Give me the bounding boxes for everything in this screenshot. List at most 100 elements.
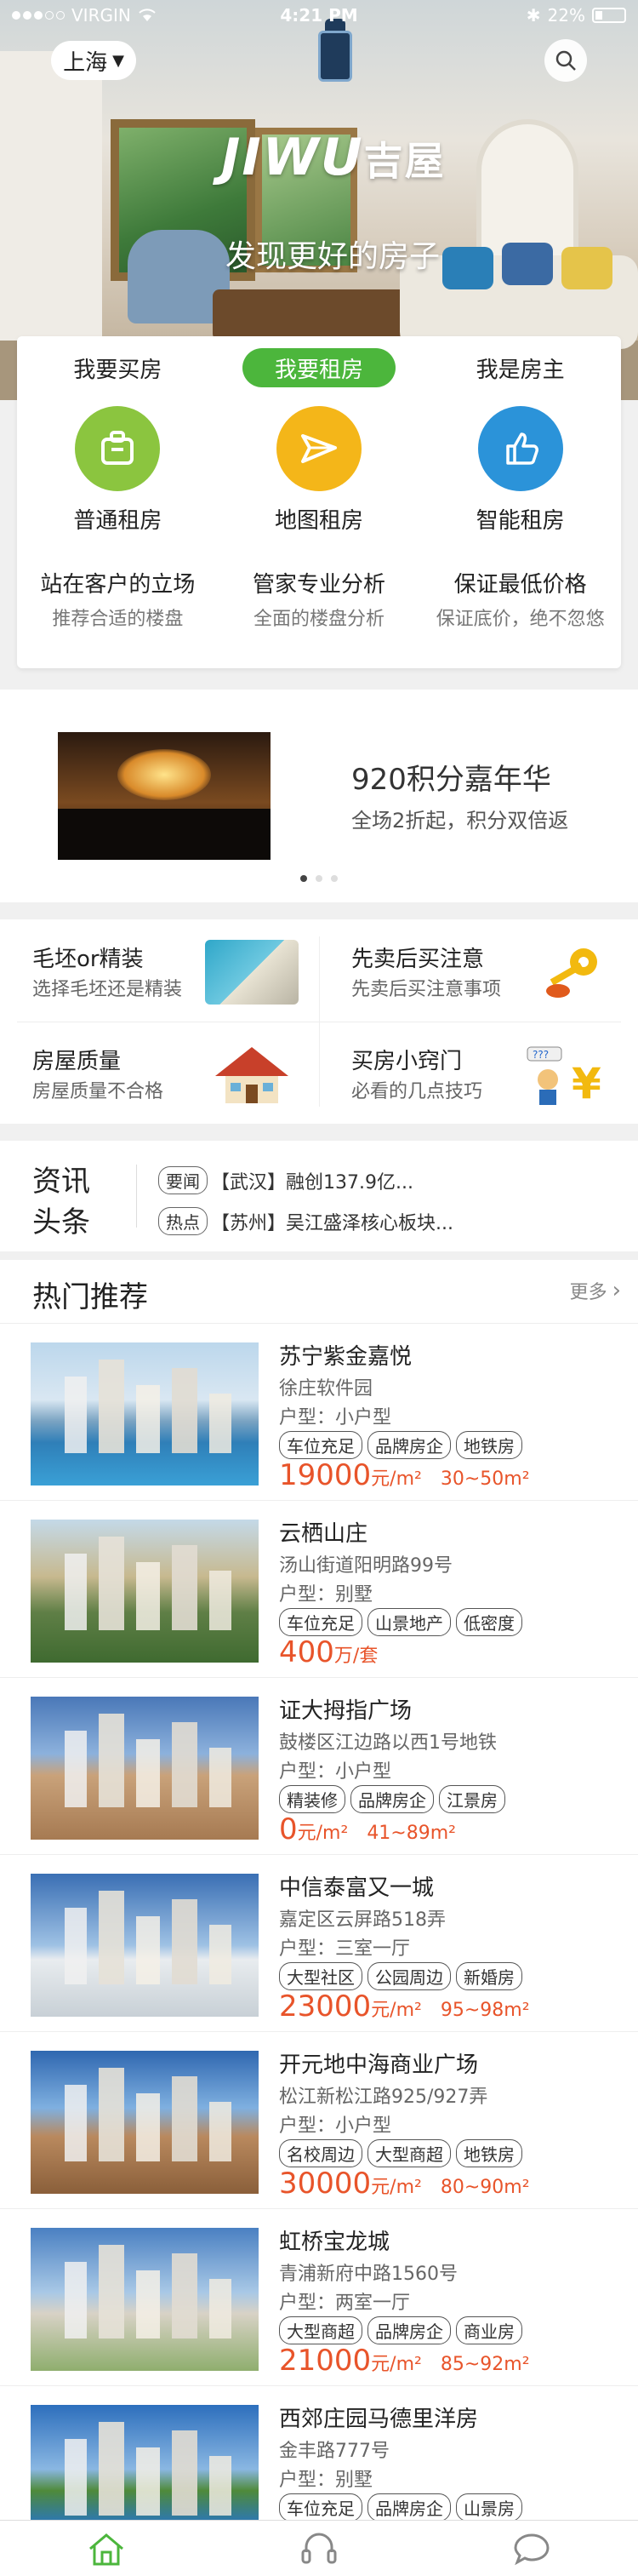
key-icon [524, 940, 618, 1005]
price-value: 400 [279, 1635, 334, 1669]
house-name: 西郊庄园马德里洋房 [279, 2407, 479, 2432]
service-map-rent[interactable]: 地图租房 [234, 406, 404, 535]
house-icon [205, 1042, 299, 1107]
house-type: 户型：三室一厅 [279, 1938, 411, 1960]
house-thumbnail [31, 2228, 259, 2371]
chevron-right-icon: › [612, 1278, 621, 1303]
price-value: 30000 [279, 2167, 372, 2201]
news-tag: 要闻 [158, 1166, 208, 1194]
house-name: 开元地中海商业广场 [279, 2052, 479, 2078]
promo-carousel[interactable]: 920积分嘉年华 全场2折起，积分双倍返 [0, 690, 638, 902]
news-label: 资讯 头条 [32, 1161, 100, 1243]
tab-buy[interactable]: 我要买房 [41, 348, 194, 387]
house-tag: 低密度 [456, 1608, 522, 1636]
chat-bubble-icon [514, 2533, 550, 2565]
news-text: 【武汉】融创137.9亿... [211, 1171, 413, 1194]
search-button[interactable] [544, 39, 587, 82]
house-tag: 地铁房 [456, 1431, 522, 1459]
svg-text:???: ??? [533, 1049, 549, 1061]
service-smart-rent[interactable]: 智能租房 [436, 406, 606, 535]
bottom-nav [0, 2520, 638, 2576]
nav-service[interactable] [293, 2523, 345, 2574]
house-tag: 精装修 [279, 1785, 345, 1813]
news-item[interactable]: 热点 【苏州】吴江盛泽核心板块... [158, 1207, 453, 1235]
guide-grid: 毛坯or精装 选择毛坯还是精装 先卖后买注意 先卖后买注意事项 房屋质量 房屋质… [0, 919, 638, 1124]
house-address: 鼓楼区江边路以西1号地铁 [279, 1732, 497, 1754]
guide-title: 先卖后买注意 [351, 947, 485, 972]
tab-rent[interactable]: 我要租房 [242, 348, 396, 387]
service-normal-rent[interactable]: 普通租房 [32, 406, 202, 535]
guide-item[interactable]: 先卖后买注意 先卖后买注意事项 [319, 919, 638, 1022]
house-tag: 品牌房企 [367, 2316, 451, 2344]
house-address: 徐庄软件园 [279, 1378, 373, 1400]
guide-title: 毛坯or精装 [32, 947, 144, 972]
house-card[interactable]: 虹桥宝龙城 青浦新府中路1560号 户型：两室一厅 大型商超 品牌房企 商业房 21… [0, 2208, 638, 2384]
price-value: 23000 [279, 1989, 372, 2024]
caret-down-icon: ▼ [112, 51, 124, 70]
feature-item: 保证最低价格 保证底价，绝不忽悠 [427, 567, 614, 631]
house-thumbnail [31, 2051, 259, 2194]
pager-dot[interactable] [316, 875, 322, 882]
house-card[interactable]: 开元地中海商业广场 松江新松江路925/927弄 户型：小户型 名校周边 大型商超… [0, 2031, 638, 2207]
house-card[interactable]: 云栖山庄 汤山街道阳明路99号 户型：别墅 车位充足 山景地产 低密度 400万/套 [0, 1500, 638, 1675]
house-card[interactable]: 中信泰富又一城 嘉定区云屏路518弄 户型：三室一厅 大型社区 公园周边 新婚房 2… [0, 1854, 638, 2029]
feature-row: 站在客户的立场 推荐合适的楼盘 管家专业分析 全面的楼盘分析 保证最低价格 保证… [17, 567, 621, 631]
tab-owner[interactable]: 我是房主 [444, 348, 597, 387]
nav-home[interactable] [81, 2523, 132, 2574]
house-tag: 名校周边 [279, 2139, 362, 2167]
news-item[interactable]: 要闻 【武汉】融创137.9亿... [158, 1166, 413, 1194]
house-tag: 品牌房企 [367, 1431, 451, 1459]
guide-sub: 必看的几点技巧 [351, 1081, 483, 1102]
battery-icon [592, 8, 626, 23]
house-type: 户型：别墅 [279, 2470, 373, 2491]
house-name: 证大拇指广场 [279, 1698, 413, 1724]
pager-dot-active[interactable] [300, 875, 307, 882]
house-tag: 山景房 [456, 2493, 522, 2522]
price-value: 21000 [279, 2344, 372, 2378]
hot-recommendations: 热门推荐 更多 › 苏宁紫金嘉悦 徐庄软件园 户型：小户型 车位充足 品牌房企 地铁… [0, 1260, 638, 2576]
guide-item[interactable]: 买房小窍门 必看的几点技巧 ??? ¥ [319, 1022, 638, 1124]
house-tag: 车位充足 [279, 1608, 362, 1636]
house-tag: 品牌房企 [367, 2493, 451, 2522]
house-area: 80~90m² [440, 2177, 530, 2198]
news-label-line: 头条 [32, 1205, 90, 1239]
house-tags: 车位充足 山景地产 低密度 [279, 1608, 522, 1636]
pager-dot[interactable] [331, 875, 338, 882]
house-name: 中信泰富又一城 [279, 1875, 435, 1901]
more-label: 更多 [569, 1282, 607, 1303]
house-name: 苏宁紫金嘉悦 [279, 1344, 413, 1370]
house-tags: 精装修 品牌房企 江景房 [279, 1785, 505, 1813]
carousel-pager[interactable] [0, 875, 638, 882]
city-label: 上海 [63, 49, 108, 76]
promo-image [58, 732, 271, 860]
house-thumbnail [31, 1697, 259, 1840]
house-tag: 公园周边 [367, 1962, 451, 1990]
house-area: 30~50m² [440, 1468, 530, 1490]
house-address: 青浦新府中路1560号 [279, 2264, 458, 2285]
city-selector[interactable]: 上海 ▼ [51, 41, 136, 80]
house-card[interactable]: 苏宁紫金嘉悦 徐庄软件园 户型：小户型 车位充足 品牌房企 地铁房 19000元/m… [0, 1323, 638, 1498]
house-type: 户型：别墅 [279, 1584, 373, 1606]
guide-sub: 选择毛坯还是精装 [32, 979, 183, 1000]
house-address: 松江新松江路925/927弄 [279, 2087, 488, 2108]
house-thumbnail [31, 1520, 259, 1663]
house-price: 21000元/m² 85~92m² [279, 2344, 530, 2378]
price-unit: 元/m² [371, 1468, 422, 1490]
guide-sub: 房屋质量不合格 [32, 1081, 164, 1102]
section-title: 热门推荐 [32, 1280, 148, 1314]
brand-logo: JIWU吉屋 [221, 128, 446, 187]
home-icon [89, 2533, 123, 2565]
svg-text:¥: ¥ [572, 1059, 601, 1107]
house-tags: 大型商超 品牌房企 商业房 [279, 2316, 522, 2344]
guide-item[interactable]: 毛坯or精装 选择毛坯还是精装 [0, 919, 319, 1022]
nav-messages[interactable] [506, 2523, 557, 2574]
feature-title: 保证最低价格 [453, 572, 587, 598]
hero-pillow [561, 247, 612, 289]
more-link[interactable]: 更多 › [570, 1277, 621, 1304]
news-ticker[interactable]: 资讯 头条 要闻 【武汉】融创137.9亿... 热点 【苏州】吴江盛泽核心板块… [0, 1141, 638, 1251]
guide-item[interactable]: 房屋质量 房屋质量不合格 [0, 1022, 319, 1124]
bluetooth-icon: ✱ [526, 5, 541, 26]
house-type: 户型：小户型 [279, 1761, 392, 1783]
house-card[interactable]: 证大拇指广场 鼓楼区江边路以西1号地铁 户型：小户型 精装修 品牌房企 江景房 0元… [0, 1677, 638, 1852]
house-type: 户型：小户型 [279, 1407, 392, 1428]
